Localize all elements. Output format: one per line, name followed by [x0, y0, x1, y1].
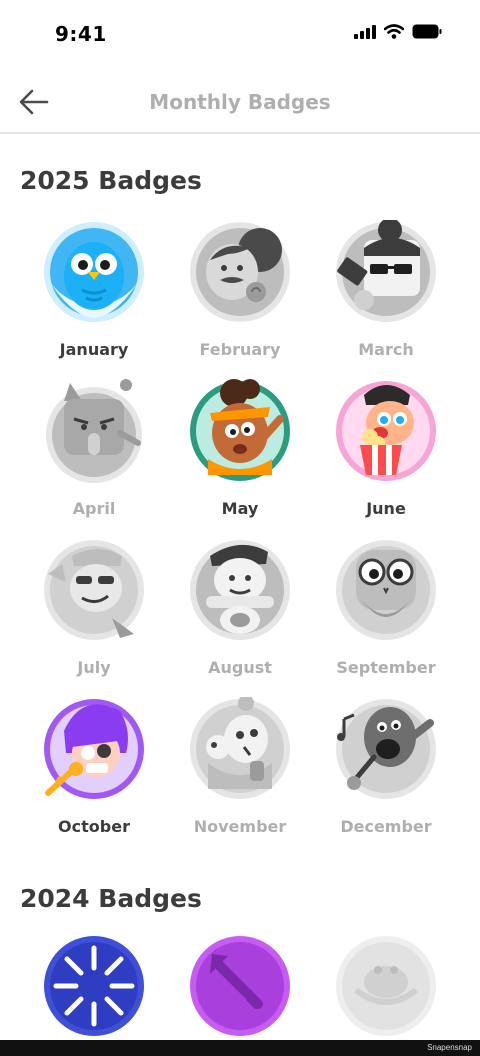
badge-label: December: [340, 817, 432, 836]
badge-november[interactable]: November: [166, 697, 314, 847]
section-title-2025: 2025 Badges: [20, 166, 202, 195]
badge-label: February: [199, 340, 281, 359]
badge-february[interactable]: February: [166, 220, 314, 370]
locked-character-badge-icon: [44, 540, 144, 640]
locked-character-badge-icon: [190, 540, 290, 640]
badge-label: November: [193, 817, 287, 836]
app-header: Monthly Badges: [0, 70, 480, 134]
battery-icon: [412, 24, 442, 39]
status-bar: 9:41: [0, 0, 480, 70]
locked-character-badge-icon: [336, 220, 436, 322]
bottom-bar: [0, 1040, 480, 1056]
status-time: 9:41: [55, 22, 107, 46]
locked-character-badge-icon: [190, 222, 290, 322]
owl-badge-icon: [44, 222, 144, 322]
badge-label: October: [58, 817, 130, 836]
badge-january[interactable]: January: [20, 220, 168, 370]
badge-september[interactable]: September: [312, 538, 460, 688]
cellular-signal-icon: [354, 24, 376, 39]
locked-character-badge-icon: [336, 540, 436, 640]
badge-2024-blue[interactable]: [42, 934, 146, 1038]
watermark: Snapensnap: [427, 1043, 472, 1052]
page-title: Monthly Badges: [149, 90, 331, 114]
badge-label: June: [366, 499, 406, 518]
trumpet-badge-icon: [190, 936, 290, 1036]
badge-label: September: [336, 658, 436, 677]
badge-2024-locked[interactable]: [334, 934, 438, 1038]
badge-may[interactable]: May: [166, 379, 314, 529]
character-badge-icon: [336, 381, 436, 481]
badge-label: April: [72, 499, 116, 518]
locked-character-badge-icon: [46, 379, 142, 483]
badge-april[interactable]: April: [20, 379, 168, 529]
badge-label: July: [77, 658, 111, 677]
section-title-2024: 2024 Badges: [20, 884, 202, 913]
locked-character-badge-icon: [336, 699, 436, 799]
badge-december[interactable]: December: [312, 697, 460, 847]
locked-character-badge-icon: [336, 936, 436, 1036]
character-badge-icon: [190, 379, 290, 481]
sunburst-badge-icon: [44, 936, 144, 1036]
badge-label: May: [221, 499, 259, 518]
status-icons: [354, 24, 442, 39]
badge-october[interactable]: October: [20, 697, 168, 847]
badge-label: August: [208, 658, 272, 677]
badge-2024-purple[interactable]: [188, 934, 292, 1038]
badge-march[interactable]: March: [312, 220, 460, 370]
badge-july[interactable]: July: [20, 538, 168, 688]
wifi-icon: [384, 24, 404, 39]
badge-label: January: [59, 340, 129, 359]
character-badge-icon: [44, 699, 144, 799]
badge-august[interactable]: August: [166, 538, 314, 688]
badge-label: March: [358, 340, 414, 359]
locked-character-badge-icon: [190, 697, 290, 799]
badge-june[interactable]: June: [312, 379, 460, 529]
